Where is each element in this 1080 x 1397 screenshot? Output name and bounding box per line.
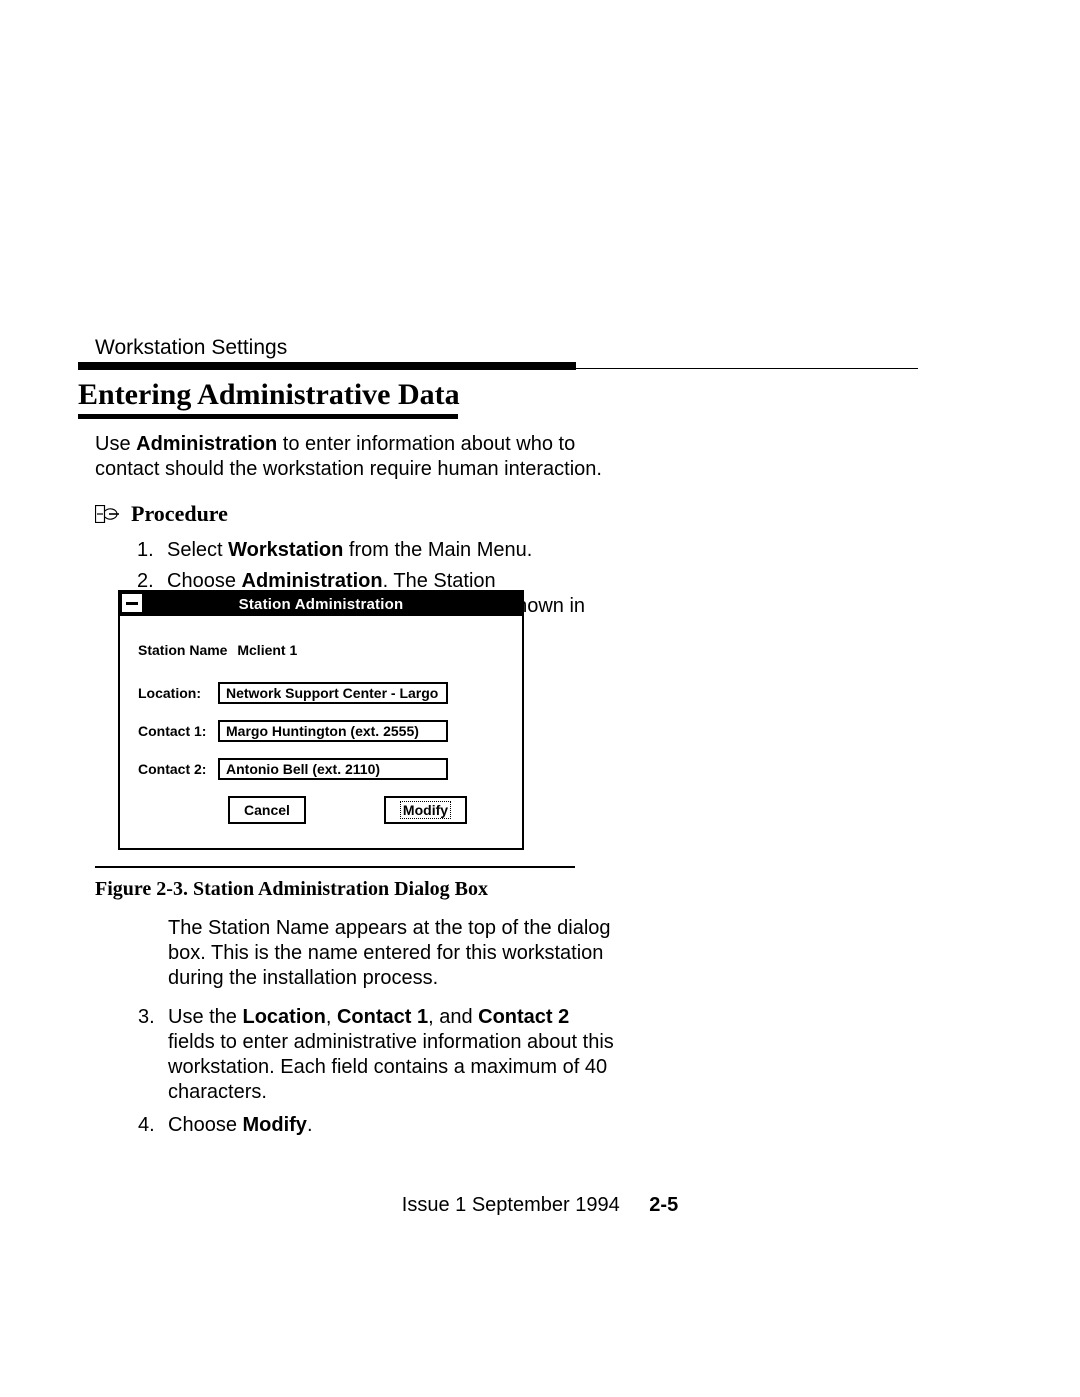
section-title: Entering Administrative Data (78, 378, 460, 412)
header-rule-thick (78, 362, 576, 370)
intro-paragraph: Use Administration to enter information … (95, 432, 615, 482)
dialog-button-row: Cancel Modify (228, 796, 504, 824)
page: Workstation Settings Entering Administra… (0, 0, 1080, 1397)
step-number: 1. (137, 538, 167, 563)
cancel-button-label: Cancel (244, 802, 290, 818)
location-row: Location: (138, 682, 504, 704)
page-footer: Issue 1 September 1994 2-5 (0, 1194, 1080, 1217)
system-menu-icon[interactable] (122, 594, 142, 612)
figure-rule (95, 866, 575, 868)
procedure-heading: Procedure (95, 500, 615, 528)
station-administration-dialog: Station Administration Station Name Mcli… (118, 590, 524, 850)
contact1-label: Contact 1: (138, 723, 218, 739)
step2-pre: Choose (167, 570, 242, 592)
contact2-row: Contact 2: (138, 758, 504, 780)
step3-b2: Contact 1 (337, 1006, 428, 1028)
intro-text-pre: Use (95, 433, 136, 455)
section-title-rule (78, 414, 458, 419)
step1-bold: Workstation (228, 539, 343, 561)
procedure-step-4: 4. Choose Modify. (138, 1113, 620, 1138)
post-figure-content: The Station Name appears at the top of t… (168, 916, 620, 1146)
contact2-label: Contact 2: (138, 761, 218, 777)
step4-bold: Modify (243, 1114, 307, 1136)
contact1-field[interactable] (218, 720, 448, 742)
cancel-button[interactable]: Cancel (228, 796, 306, 824)
procedure-step-1: 1. Select Workstation from the Main Menu… (137, 538, 615, 563)
step1-post: from the Main Menu. (343, 539, 532, 561)
step4-pre: Choose (168, 1114, 243, 1136)
step3-b1: Location (242, 1006, 325, 1028)
header-rule-thin (576, 368, 918, 369)
station-name-row: Station Name Mclient 1 (138, 642, 504, 658)
station-name-label: Station Name (138, 642, 227, 658)
step-number: 3. (138, 1005, 168, 1105)
dialog-title: Station Administration (239, 596, 404, 613)
step2-bold: Administration (242, 570, 383, 592)
figure-caption: Figure 2-3. Station Administration Dialo… (95, 878, 488, 901)
procedure-step-3: 3. Use the Location, Contact 1, and Cont… (138, 1005, 620, 1105)
step3-post: fields to enter administrative informati… (168, 1031, 614, 1103)
pointing-hand-icon (95, 505, 121, 523)
contact2-field[interactable] (218, 758, 448, 780)
running-head: Workstation Settings (95, 336, 287, 360)
step-number: 4. (138, 1113, 168, 1138)
procedure-label: Procedure (131, 500, 228, 528)
contact1-row: Contact 1: (138, 720, 504, 742)
location-field[interactable] (218, 682, 448, 704)
step4-post: . (307, 1114, 313, 1136)
step3-sep1: , (326, 1006, 337, 1028)
dialog-body: Station Name Mclient 1 Location: Contact… (120, 616, 522, 848)
modify-button-label: Modify (400, 801, 451, 819)
step3-sep2: , and (428, 1006, 478, 1028)
footer-issue: Issue 1 September 1994 (402, 1194, 620, 1216)
step1-pre: Select (167, 539, 228, 561)
location-label: Location: (138, 685, 218, 701)
dialog-title-bar: Station Administration (120, 592, 522, 616)
step3-pre: Use the (168, 1006, 242, 1028)
post-figure-paragraph: The Station Name appears at the top of t… (168, 916, 620, 991)
step3-b3: Contact 2 (478, 1006, 569, 1028)
station-administration-figure: Station Administration Station Name Mcli… (118, 590, 524, 850)
footer-page-number: 2-5 (649, 1194, 678, 1216)
procedure-list-continued: 3. Use the Location, Contact 1, and Cont… (138, 1005, 620, 1138)
station-name-value: Mclient 1 (237, 642, 297, 658)
modify-button[interactable]: Modify (384, 796, 467, 824)
intro-text-bold: Administration (136, 433, 277, 455)
